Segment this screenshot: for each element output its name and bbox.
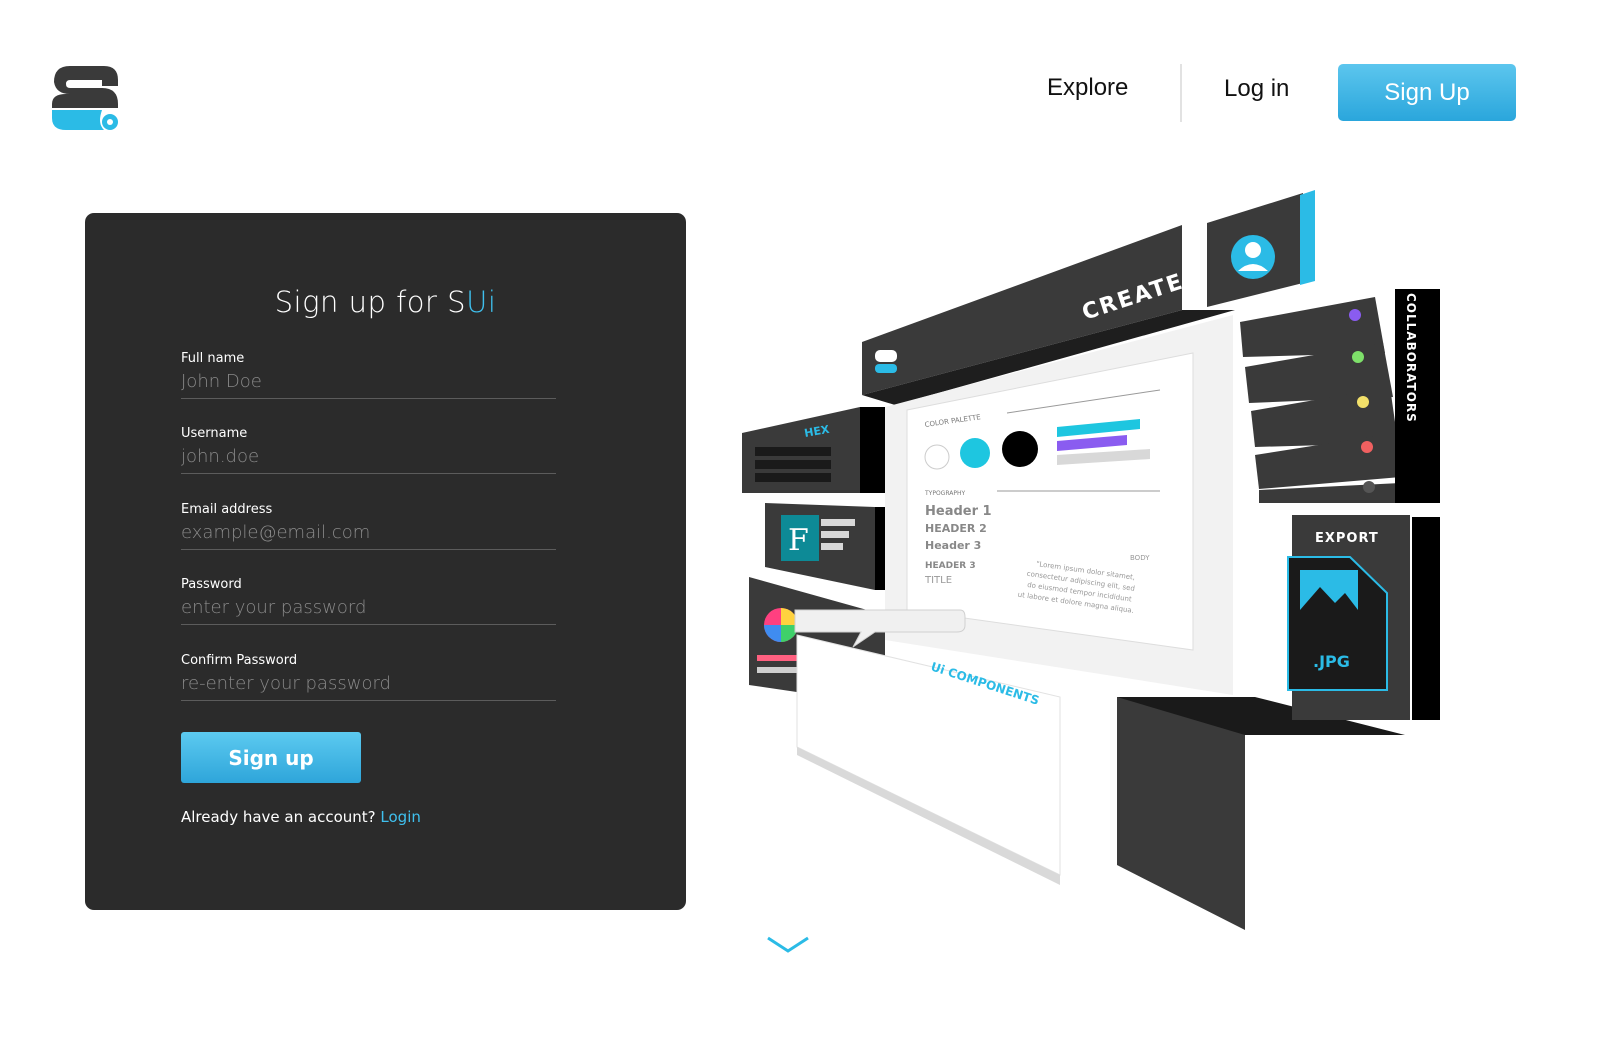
confirm-password-field: Confirm Password [181, 653, 556, 709]
password-input[interactable] [181, 591, 556, 625]
login-prompt: Already have an account? Login [181, 808, 421, 826]
feature-illustration: CREATE COLOR PALETTE TYPOGRAPHY Header 1… [742, 190, 1440, 930]
full-name-field: Full name [181, 351, 556, 407]
form-title: Sign up for SUi [85, 285, 686, 319]
email-field: Email address [181, 502, 556, 558]
login-link[interactable]: Login [380, 808, 420, 826]
username-input[interactable] [181, 440, 556, 474]
password-label: Password [181, 577, 242, 592]
username-label: Username [181, 426, 248, 441]
full-name-label: Full name [181, 351, 245, 366]
confirm-password-input[interactable] [181, 667, 556, 701]
full-name-input[interactable] [181, 365, 556, 399]
nav-divider [1180, 64, 1182, 122]
signup-card: Sign up for SUi Full name Username Email… [85, 213, 686, 910]
nav-explore-link[interactable]: Explore [1047, 74, 1128, 102]
signup-submit-button[interactable]: Sign up [181, 732, 361, 783]
jpg-label: .JPG [1313, 652, 1350, 671]
collaborator-yellow-icon [1357, 396, 1369, 408]
nav-login-link[interactable]: Log in [1224, 75, 1289, 103]
collaborator-red-icon [1361, 441, 1373, 453]
header3-caps-sample: HEADER 3 [925, 561, 976, 571]
collaborator-purple-icon [1349, 309, 1361, 321]
email-input[interactable] [181, 516, 556, 550]
login-prompt-text: Already have an account? [181, 808, 376, 826]
header1-sample: Header 1 [925, 504, 992, 519]
email-label: Email address [181, 502, 273, 517]
title-sample: TITLE [924, 575, 952, 586]
export-label: EXPORT [1315, 531, 1379, 546]
sui-logo[interactable] [52, 64, 120, 132]
password-field: Password [181, 577, 556, 633]
username-field: Username [181, 426, 556, 482]
collaborator-green-icon [1352, 351, 1364, 363]
header3-sample: Header 3 [925, 539, 981, 552]
form-title-accent: Ui [466, 285, 497, 319]
typography-label: TYPOGRAPHY [924, 490, 965, 497]
add-collaborator-icon [1363, 481, 1375, 493]
swatch-white [924, 444, 950, 470]
form-title-prefix: Sign up for S [274, 285, 467, 319]
swatch-black [1002, 431, 1038, 467]
collaborators-label: COLLABORATORS [1404, 293, 1418, 423]
collaborators-stack [1240, 297, 1401, 503]
bottom-slab [1117, 697, 1245, 930]
font-letter: F [788, 523, 809, 558]
confirm-password-label: Confirm Password [181, 653, 298, 668]
nav-signup-button[interactable]: Sign Up [1338, 64, 1516, 121]
ui-components-panel [796, 634, 1061, 876]
mini-logo-icon [875, 350, 897, 373]
header2-sample: HEADER 2 [925, 522, 987, 535]
chevron-down-icon[interactable] [766, 934, 810, 956]
body-label: BODY [1130, 554, 1150, 562]
swatch-cyan [960, 438, 990, 468]
